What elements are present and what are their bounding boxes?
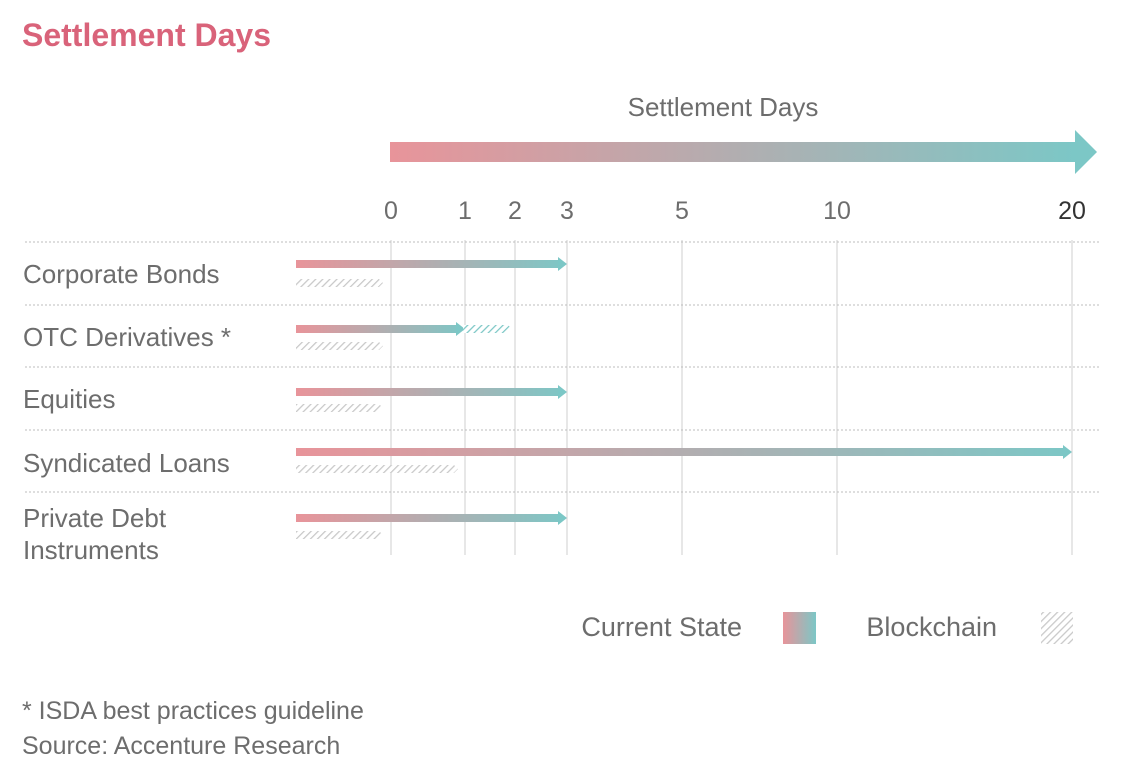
- category-label: Syndicated Loans: [23, 448, 230, 478]
- current-state-bar: [296, 511, 567, 525]
- blockchain-bar: [296, 531, 383, 539]
- category-label-line2: Instruments: [23, 535, 159, 565]
- chart-title: Settlement Days: [22, 17, 271, 53]
- x-tick-label: 5: [675, 197, 689, 225]
- legend-current-swatch: [783, 612, 816, 644]
- legend-current-label: Current State: [581, 612, 742, 642]
- blockchain-bar: [296, 404, 383, 412]
- x-tick-label: 10: [823, 197, 851, 225]
- bars: [296, 257, 1072, 539]
- legend-blockchain-label: Blockchain: [866, 612, 997, 642]
- x-tick-label: 0: [384, 197, 398, 225]
- blockchain-bar: [296, 279, 383, 287]
- category-label: OTC Derivatives *: [23, 322, 231, 352]
- category-label: Corporate Bonds: [23, 259, 220, 289]
- legend-blockchain-swatch: [1041, 612, 1073, 644]
- settlement-days-chart: Settlement Days Settlement Days 0 1 2 3 5 10 2…: [22, 17, 1100, 760]
- blockchain-bar: [296, 465, 458, 473]
- category-label: Private Debt: [23, 503, 167, 533]
- axis-arrow: [390, 130, 1097, 174]
- category-label: Equities: [23, 384, 116, 414]
- grid-lines: [390, 240, 1073, 555]
- axis-title: Settlement Days: [628, 92, 819, 122]
- source-note: Source: Accenture Research: [22, 732, 340, 760]
- x-tick-label: 2: [508, 197, 522, 225]
- current-state-bar: [296, 257, 567, 271]
- x-tick-label: 3: [560, 197, 574, 225]
- legend: Current State Blockchain: [581, 612, 1073, 644]
- x-tick-label: 1: [458, 197, 472, 225]
- blockchain-bar: [296, 342, 383, 350]
- current-state-bar: [296, 322, 465, 336]
- x-axis-ticks: 0 1 2 3 5 10 20: [384, 197, 1086, 225]
- x-tick-label: 20: [1058, 197, 1086, 225]
- current-state-bar: [296, 385, 567, 399]
- otc-extension-bar: [463, 325, 512, 333]
- footnote: * ISDA best practices guideline: [22, 697, 364, 725]
- current-state-bar: [296, 445, 1072, 459]
